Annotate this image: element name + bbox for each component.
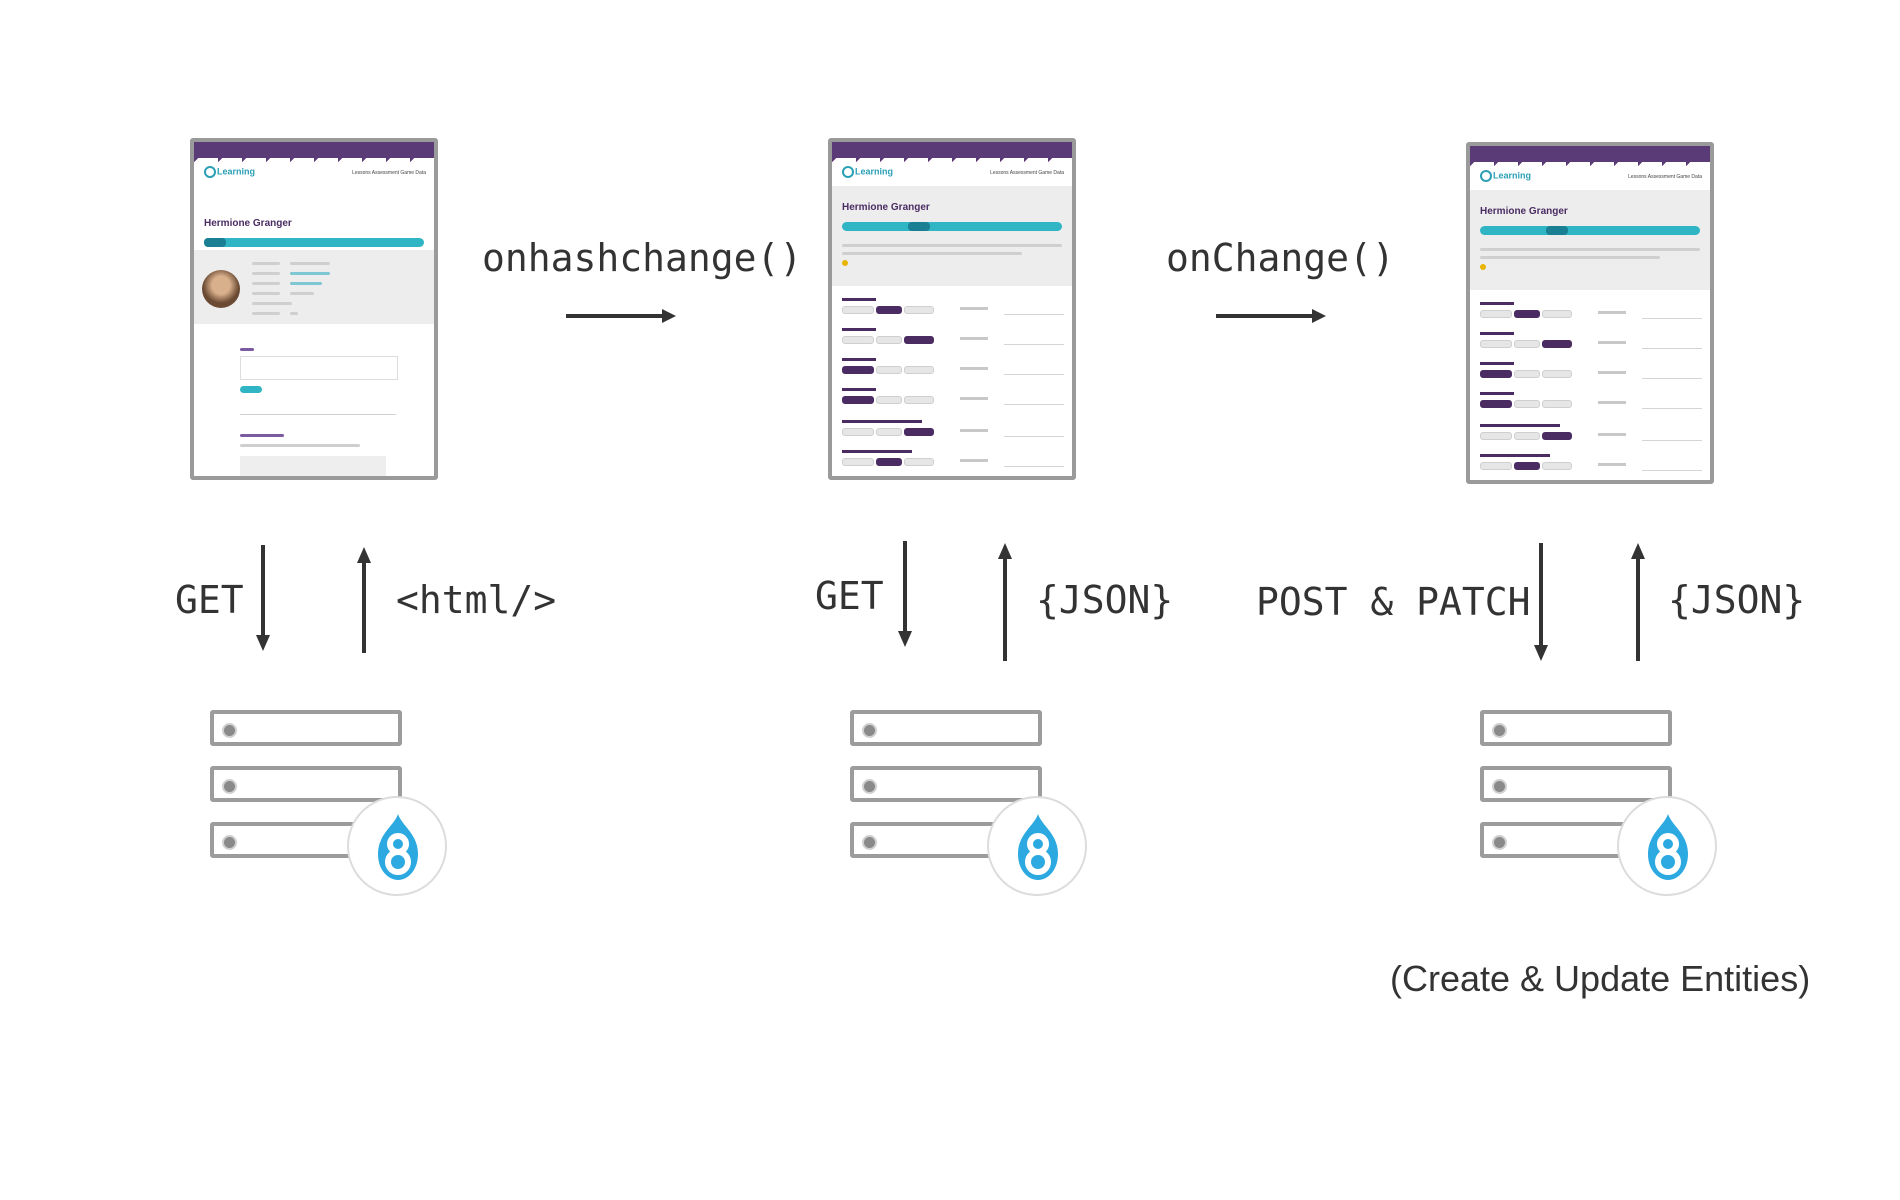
student-name: Hermione Granger (842, 202, 930, 213)
request-label-2: GET (815, 574, 884, 618)
up-arrow-2 (998, 543, 1012, 661)
response-label-3: {JSON} (1668, 578, 1806, 622)
app-logo: Learning (842, 166, 893, 178)
drupal-logo-icon (1617, 796, 1717, 896)
header-panel (832, 186, 1072, 286)
screen-nav: Lessons Assessment Game Data (990, 170, 1064, 176)
request-label-1: GET (175, 578, 244, 622)
drupal-logo-icon (987, 796, 1087, 896)
screen-nav: Lessons Assessment Game Data (352, 170, 426, 176)
screen-tabs (204, 238, 424, 247)
browser-screen-3: Learning Lessons Assessment Game Data He… (1466, 142, 1714, 484)
right-arrow-1 (566, 309, 676, 323)
student-avatar (202, 270, 240, 308)
up-arrow-1 (357, 547, 371, 653)
save-bio-button (240, 386, 262, 393)
response-label-2: {JSON} (1036, 578, 1174, 622)
caption: (Create & Update Entities) (1390, 958, 1811, 999)
screen-header-bar (1470, 146, 1710, 168)
status-dot (842, 260, 848, 266)
bio-textbox (240, 356, 398, 380)
transition-label-1: onhashchange() (482, 236, 803, 280)
request-label-3: POST & PATCH (1256, 580, 1531, 624)
down-arrow-1 (256, 545, 270, 651)
down-arrow-3 (1534, 543, 1548, 661)
student-name: Hermione Granger (1480, 206, 1568, 217)
student-name: Hermione Granger (204, 218, 292, 229)
down-arrow-2 (898, 541, 912, 647)
screen-tabs (842, 222, 1062, 231)
screen-tabs (1480, 226, 1700, 235)
profile-panel (194, 250, 434, 324)
notes-box (240, 456, 386, 476)
response-label-1: <html/> (396, 578, 557, 622)
browser-screen-2: Learning Lessons Assessment Game Data He… (828, 138, 1076, 480)
app-logo: Learning (1480, 170, 1531, 182)
transition-label-2: onChange() (1166, 236, 1395, 280)
header-panel (1470, 190, 1710, 290)
app-logo: Learning (204, 166, 255, 178)
screen-nav: Lessons Assessment Game Data (1628, 174, 1702, 180)
browser-screen-1: Learning Lessons Assessment Game Data He… (190, 138, 438, 480)
drupal-logo-icon (347, 796, 447, 896)
up-arrow-3 (1631, 543, 1645, 661)
screen-header-bar (832, 142, 1072, 164)
right-arrow-2 (1216, 309, 1326, 323)
screen-header-bar (194, 142, 434, 164)
status-dot (1480, 264, 1486, 270)
